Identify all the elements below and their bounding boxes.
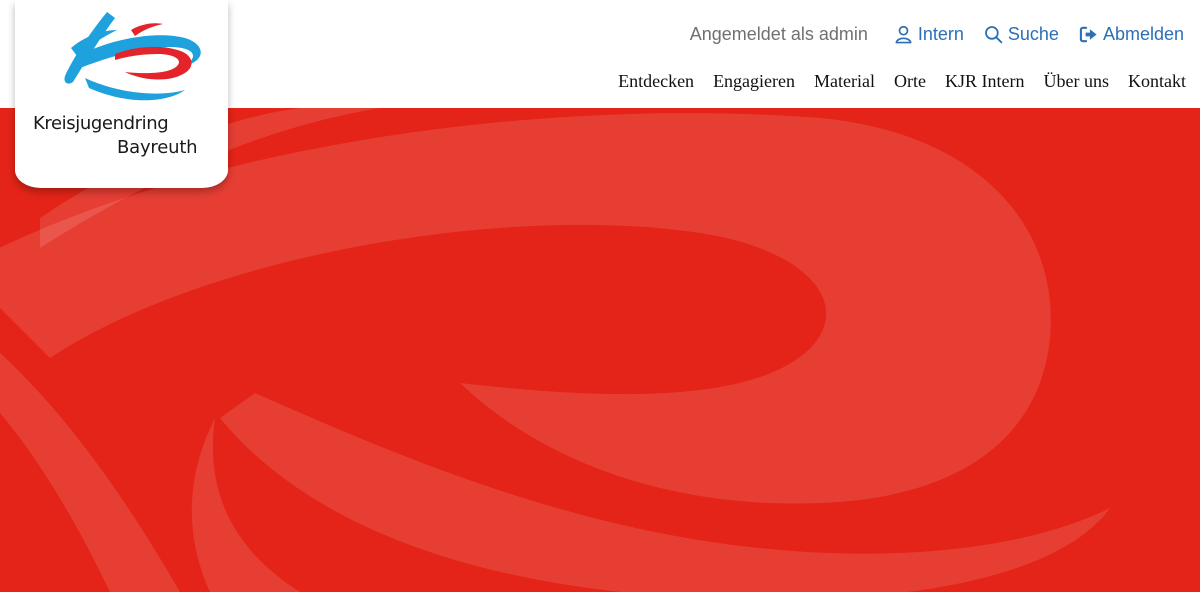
nav-item-engagieren[interactable]: Engagieren xyxy=(713,71,795,92)
page: Angemeldet als admin Intern Suche Abmeld… xyxy=(0,0,1200,592)
intern-link-label: Intern xyxy=(917,24,964,44)
logo-text-line1: Kreisjugendring xyxy=(33,113,169,134)
site-logo[interactable]: Kreisjugendring Bayreuth xyxy=(15,0,228,188)
login-status: Angemeldet als admin xyxy=(689,24,868,44)
logout-link[interactable]: Abmelden xyxy=(1079,24,1184,45)
nav-item-ueber-uns[interactable]: Über uns xyxy=(1044,71,1110,92)
nav-item-entdecken[interactable]: Entdecken xyxy=(618,71,694,92)
nav-item-kontakt[interactable]: Kontakt xyxy=(1128,71,1186,92)
logout-link-label: Abmelden xyxy=(1102,24,1184,44)
watermark-band-left xyxy=(0,353,180,592)
nav-item-kjr-intern[interactable]: KJR Intern xyxy=(945,71,1025,92)
search-link-label: Suche xyxy=(1007,24,1059,44)
search-link[interactable]: Suche xyxy=(984,24,1059,45)
main-navigation: Entdecken Engagieren Material Orte KJR I… xyxy=(618,71,1186,92)
user-bar: Angemeldet als admin Intern Suche Abmeld… xyxy=(690,24,1184,45)
kjr-logo-mark-icon xyxy=(64,12,201,101)
logo-text-line2: Bayreuth xyxy=(117,137,198,158)
search-icon xyxy=(984,26,1003,44)
sign-out-icon xyxy=(1079,26,1097,43)
nav-item-orte[interactable]: Orte xyxy=(894,71,926,92)
intern-link[interactable]: Intern xyxy=(894,24,964,45)
user-icon xyxy=(895,25,912,44)
nav-item-material[interactable]: Material xyxy=(814,71,875,92)
